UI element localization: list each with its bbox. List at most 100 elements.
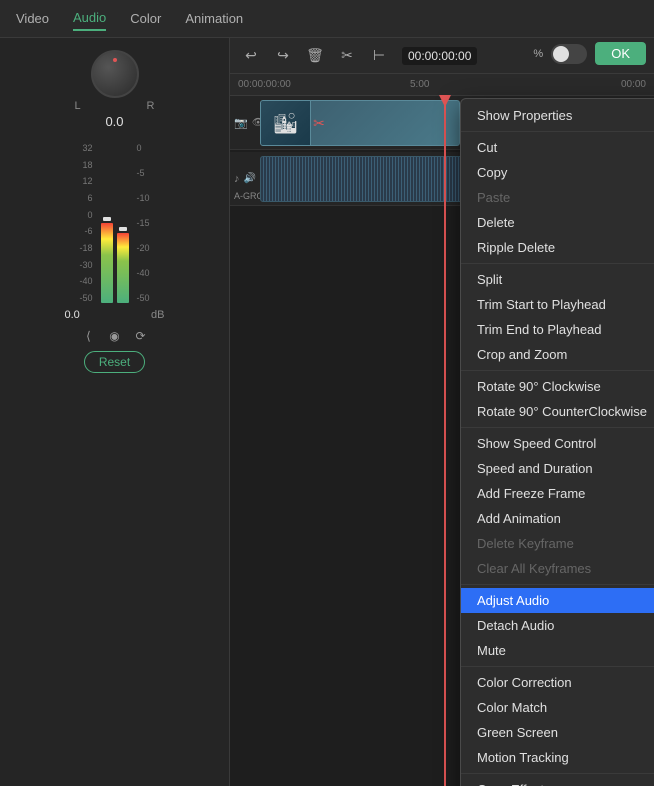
delete-label: Delete [477, 215, 515, 230]
loop-icon[interactable]: ⟳ [132, 327, 150, 345]
menu-speed-duration[interactable]: Speed and Duration [461, 456, 654, 481]
menu-speed-control[interactable]: Show Speed Control [461, 431, 654, 456]
vu-indicator-left [103, 217, 111, 221]
menu-show-properties[interactable]: Show Properties [461, 103, 654, 128]
menu-cut[interactable]: Cut [461, 135, 654, 160]
cut-label: Cut [477, 140, 497, 155]
vu-indicator-right [119, 227, 127, 231]
ruler-time-2: 00:00 [621, 79, 646, 90]
vu-bar-left-fill [101, 223, 113, 303]
toggle-ball [553, 46, 569, 62]
menu-divider-3 [461, 370, 654, 371]
menu-divider-4 [461, 427, 654, 428]
speed-duration-label: Speed and Duration [477, 461, 593, 476]
vu-bar-right [117, 227, 129, 303]
rotate-ccw-label: Rotate 90° CounterClockwise [477, 404, 647, 419]
ruler-time-0: 00:00:00:00 [238, 79, 291, 90]
menu-trim-start[interactable]: Trim Start to Playhead [461, 292, 654, 317]
crop-zoom-label: Crop and Zoom [477, 347, 567, 362]
menu-color-match[interactable]: Color Match [461, 695, 654, 720]
menu-copy[interactable]: Copy [461, 160, 654, 185]
menu-delete[interactable]: Delete [461, 210, 654, 235]
vu-scale-right: 0 -5 -10 -15 -20 -40 -50 [137, 143, 150, 303]
nav-audio[interactable]: Audio [73, 6, 106, 31]
vu-bar-right-fill [117, 233, 129, 303]
menu-add-freeze[interactable]: Add Freeze Frame [461, 481, 654, 506]
db-row: 0.0 dB [65, 309, 165, 321]
menu-motion-tracking[interactable]: Motion Tracking [461, 745, 654, 770]
menu-add-animation[interactable]: Add Animation [461, 506, 654, 531]
menu-split[interactable]: Split [461, 267, 654, 292]
nav-video[interactable]: Video [16, 7, 49, 30]
track-mute-icon[interactable]: 🔊 [244, 173, 256, 184]
split-button[interactable]: ⊢ [366, 43, 392, 69]
ok-button[interactable]: OK [595, 42, 646, 65]
r-label: R [147, 100, 155, 112]
video-clip[interactable]: 🏙 ✂ [260, 100, 460, 146]
detach-audio-label: Detach Audio [477, 618, 554, 633]
track-audio-icon: ♪ [234, 173, 240, 185]
nav-color[interactable]: Color [130, 7, 161, 30]
reset-button[interactable]: Reset [84, 351, 145, 373]
menu-trim-end[interactable]: Trim End to Playhead [461, 317, 654, 342]
split-label: Split [477, 272, 502, 287]
vu-scale-left: 32 18 12 6 0 -6 -18 -30 -40 -50 [79, 143, 92, 303]
menu-detach-audio[interactable]: Detach Audio [461, 613, 654, 638]
clip-thumbnail: 🏙 [261, 101, 311, 145]
mute-icon[interactable]: ◉ [106, 327, 124, 345]
menu-divider-1 [461, 131, 654, 132]
mute-label: Mute [477, 643, 506, 658]
audio-panel: L R 0.0 32 18 12 6 0 -6 -18 -30 -40 -50 [0, 38, 230, 786]
menu-color-correction[interactable]: Color Correction [461, 670, 654, 695]
speed-control-label: Show Speed Control [477, 436, 596, 451]
menu-ripple-delete[interactable]: Ripple Delete [461, 235, 654, 260]
timeline-area: ↩ ↪ 🗑 ✂ ⊢ 00:00:00:00 % OK 00:00:00:00 5… [230, 38, 654, 786]
menu-adjust-audio[interactable]: Adjust Audio [461, 588, 654, 613]
vu-bars [101, 143, 129, 303]
menu-rotate-ccw[interactable]: Rotate 90° CounterClockwise [461, 399, 654, 424]
motion-tracking-label: Motion Tracking [477, 750, 569, 765]
menu-crop-zoom[interactable]: Crop and Zoom [461, 342, 654, 367]
menu-clear-keyframes: Clear All Keyframes [461, 556, 654, 581]
db-value: 0.0 [65, 309, 80, 321]
scissors-button[interactable]: ✂ [334, 43, 360, 69]
menu-paste: Paste [461, 185, 654, 210]
pan-knob[interactable] [91, 50, 139, 98]
trim-start-label: Trim Start to Playhead [477, 297, 606, 312]
delete-keyframe-label: Delete Keyframe [477, 536, 574, 551]
rewind-icon[interactable]: ⟨ [80, 327, 98, 345]
vu-bar-left [101, 217, 113, 303]
undo-button[interactable]: ↩ [238, 43, 264, 69]
add-animation-label: Add Animation [477, 511, 561, 526]
clear-keyframes-label: Clear All Keyframes [477, 561, 591, 576]
delete-button[interactable]: 🗑 [302, 43, 328, 69]
main-area: L R 0.0 32 18 12 6 0 -6 -18 -30 -40 -50 [0, 38, 654, 786]
toggle-control[interactable] [551, 44, 587, 64]
percent-label: % [533, 48, 543, 60]
menu-rotate-cw[interactable]: Rotate 90° Clockwise [461, 374, 654, 399]
show-properties-label: Show Properties [477, 108, 572, 123]
add-freeze-label: Add Freeze Frame [477, 486, 585, 501]
knob-indicator [113, 58, 117, 62]
db-label: dB [151, 309, 164, 321]
copy-effects-label: Copy Effects [477, 782, 550, 786]
time-display: 00:00:00:00 [402, 47, 477, 65]
nav-animation[interactable]: Animation [185, 7, 243, 30]
menu-divider-7 [461, 773, 654, 774]
color-correction-label: Color Correction [477, 675, 572, 690]
paste-label: Paste [477, 190, 510, 205]
pan-value: 0.0 [105, 114, 123, 129]
top-nav: Video Audio Color Animation [0, 0, 654, 38]
menu-delete-keyframe: Delete Keyframe [461, 531, 654, 556]
menu-mute[interactable]: Mute [461, 638, 654, 663]
redo-button[interactable]: ↪ [270, 43, 296, 69]
menu-copy-effects[interactable]: Copy Effects [461, 777, 654, 786]
trim-end-label: Trim End to Playhead [477, 322, 602, 337]
lr-labels: L R [75, 100, 155, 112]
menu-green-screen[interactable]: Green Screen [461, 720, 654, 745]
playhead[interactable] [444, 96, 446, 786]
knob-container: L R 0.0 [75, 50, 155, 131]
ripple-delete-label: Ripple Delete [477, 240, 555, 255]
track-video-icon: 📷 [234, 116, 248, 129]
controls-row: ⟨ ◉ ⟳ [80, 327, 150, 345]
